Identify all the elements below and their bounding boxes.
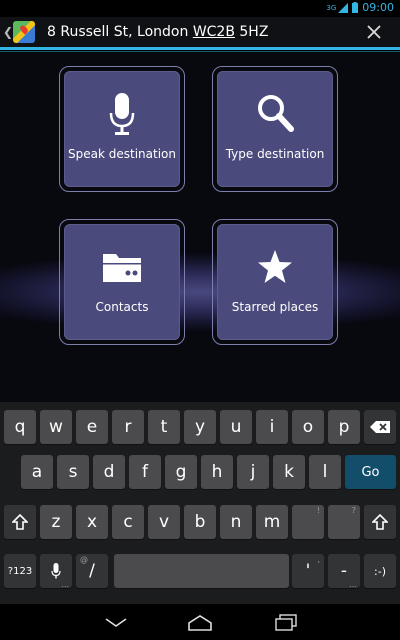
key-question[interactable]: ? xyxy=(328,505,360,539)
contacts-icon xyxy=(103,252,141,286)
action-bar-accent-line xyxy=(0,47,400,50)
shift-key-right[interactable] xyxy=(364,505,396,539)
key-m[interactable]: m xyxy=(256,505,288,539)
key-s[interactable]: s xyxy=(57,455,89,489)
smiley-key[interactable]: :-) xyxy=(364,554,396,588)
key-a[interactable]: a xyxy=(21,455,53,489)
key-f[interactable]: f xyxy=(129,455,161,489)
key-exclamation[interactable]: ! xyxy=(292,505,324,539)
battery-icon xyxy=(352,2,359,13)
recent-apps-icon xyxy=(275,614,297,631)
key-hint: ! xyxy=(316,506,320,515)
key-b[interactable]: b xyxy=(184,505,216,539)
address-postcode-underlined: WC2B xyxy=(192,24,235,40)
key-i[interactable]: i xyxy=(256,410,288,444)
dash-key[interactable]: - … xyxy=(328,554,360,589)
microphone-icon xyxy=(109,93,135,139)
slash-key[interactable]: @ / xyxy=(76,554,108,588)
status-time: 09:00 xyxy=(362,1,394,14)
action-bar: ❮ 8 Russell St, London WC2B 5HZ xyxy=(0,17,400,47)
soft-keyboard: q w e r t y u i o p a s d f g h j k l Go… xyxy=(0,402,400,604)
shift-icon xyxy=(12,514,28,530)
key-hint: ... xyxy=(61,580,69,589)
key-g[interactable]: g xyxy=(165,455,197,489)
key-o[interactable]: o xyxy=(292,410,324,444)
numbers-key[interactable]: ?123 xyxy=(4,554,36,588)
hide-keyboard-button[interactable] xyxy=(96,610,136,636)
key-q[interactable]: q xyxy=(4,410,36,444)
chevron-down-icon xyxy=(105,618,127,627)
backspace-icon xyxy=(370,421,390,433)
shift-key-left[interactable] xyxy=(4,505,36,539)
key-r[interactable]: r xyxy=(112,410,144,444)
key-n[interactable]: n xyxy=(220,505,252,539)
search-icon xyxy=(256,93,294,137)
slash-label: / xyxy=(89,561,95,581)
key-e[interactable]: e xyxy=(76,410,108,444)
contacts-button[interactable]: Contacts xyxy=(59,219,185,345)
key-u[interactable]: u xyxy=(220,410,252,444)
address-text-start: 8 Russell St, London xyxy=(47,24,193,40)
type-destination-button[interactable]: Type destination xyxy=(212,66,338,192)
key-hint: , xyxy=(317,555,320,564)
tile-label: Speak destination xyxy=(68,147,176,161)
key-l[interactable]: l xyxy=(309,455,341,489)
key-w[interactable]: w xyxy=(40,410,72,444)
apostrophe-label: ' xyxy=(305,561,311,581)
key-v[interactable]: v xyxy=(148,505,180,539)
key-c[interactable]: c xyxy=(112,505,144,539)
voice-input-key[interactable]: ... xyxy=(40,554,72,589)
backspace-key[interactable] xyxy=(364,410,396,444)
key-x[interactable]: x xyxy=(76,505,108,539)
address-text-end: 5HZ xyxy=(234,24,269,40)
key-d[interactable]: d xyxy=(93,455,125,489)
tile-label: Starred places xyxy=(231,300,319,314)
tile-label: Type destination xyxy=(225,147,325,161)
recent-apps-button[interactable] xyxy=(266,610,306,636)
key-hint: … xyxy=(349,580,357,589)
starred-places-button[interactable]: Starred places xyxy=(212,219,338,345)
home-button[interactable] xyxy=(180,610,220,636)
key-j[interactable]: j xyxy=(237,455,269,489)
key-z[interactable]: z xyxy=(40,505,72,539)
destination-address: 8 Russell St, London WC2B 5HZ xyxy=(47,24,268,40)
up-chevron-icon[interactable]: ❮ xyxy=(3,25,13,39)
star-icon xyxy=(257,250,293,288)
tile-label: Contacts xyxy=(95,300,149,314)
shift-icon xyxy=(372,514,388,530)
dash-label: - xyxy=(340,561,348,581)
home-icon xyxy=(188,615,212,631)
key-y[interactable]: y xyxy=(184,410,216,444)
network-type: 3G xyxy=(326,3,337,12)
apostrophe-key[interactable]: , ' xyxy=(292,554,324,588)
status-bar: 3G 09:00 xyxy=(0,0,400,17)
maps-app-icon[interactable] xyxy=(13,21,35,43)
key-hint: @ xyxy=(80,555,88,564)
close-icon[interactable] xyxy=(362,20,386,44)
navigation-bar xyxy=(0,604,400,640)
key-k[interactable]: k xyxy=(273,455,305,489)
go-key[interactable]: Go xyxy=(345,455,396,489)
key-h[interactable]: h xyxy=(201,455,233,489)
space-key[interactable] xyxy=(114,554,289,588)
microphone-icon xyxy=(51,563,61,579)
speak-destination-button[interactable]: Speak destination xyxy=(59,66,185,192)
key-p[interactable]: p xyxy=(328,410,360,444)
key-t[interactable]: t xyxy=(148,410,180,444)
key-hint: ? xyxy=(351,506,356,515)
signal-icon xyxy=(338,2,349,13)
destination-options: Speak destination Type destination Conta… xyxy=(0,52,400,402)
